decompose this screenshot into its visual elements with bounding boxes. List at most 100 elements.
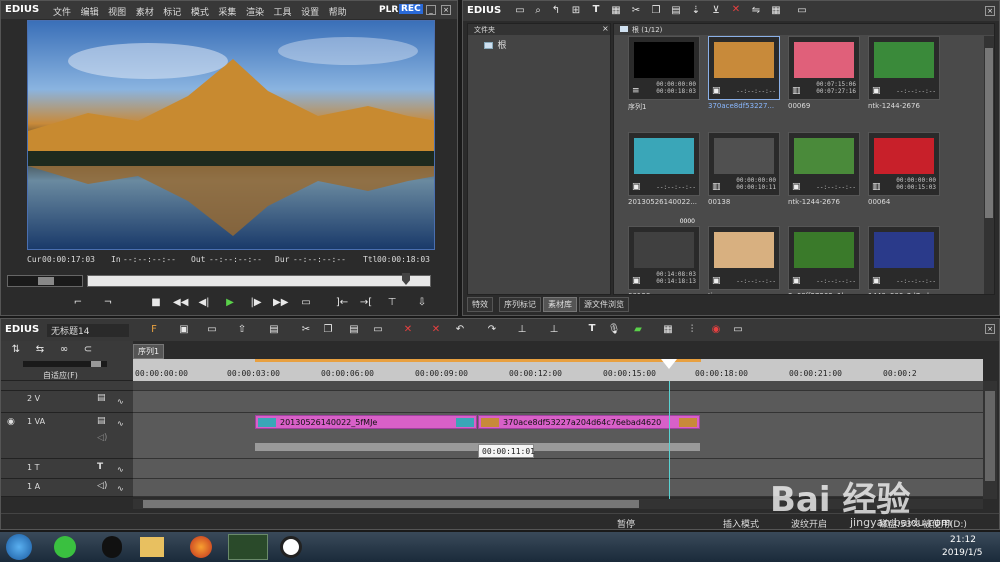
save-project-icon[interactable]: ▣ (177, 324, 191, 336)
title-track-icon[interactable]: T (585, 323, 599, 335)
ripple-delete-icon[interactable]: ✕ (429, 324, 443, 336)
menu-view[interactable]: 视图 (108, 8, 126, 18)
insert-timeline-icon[interactable]: ⊻ (709, 5, 723, 17)
clip-thumbnail[interactable]: ▣ --:--:--:-- ntk-1244-2676 (868, 36, 940, 114)
status-insert-mode[interactable]: 插入模式 (723, 517, 759, 530)
taskbar-app-explorer-icon[interactable] (140, 537, 164, 557)
clip-thumbnail[interactable]: ▥ 00:07:15:06 00:07:27:16 00069 (788, 36, 860, 114)
audio-icon[interactable]: ◁) (97, 433, 107, 443)
delete-icon[interactable]: ✕ (729, 4, 743, 16)
timeline-view-icon[interactable]: ▦ (661, 324, 675, 336)
menu-settings[interactable]: 设置 (301, 8, 319, 18)
video-clip-1[interactable]: 20130526140022_5fMJe (255, 415, 477, 429)
minimize-button[interactable]: _ (426, 5, 436, 15)
menu-tools[interactable]: 工具 (274, 8, 292, 18)
track-mixer-icon[interactable]: ∿ (117, 397, 124, 406)
undo-list-icon[interactable]: ⇧ (235, 324, 249, 336)
view-mode-icon[interactable]: ▦ (769, 5, 783, 17)
menu-clip[interactable]: 素材 (136, 8, 154, 18)
sequence-tab[interactable]: 序列1 (133, 344, 165, 359)
close-button[interactable]: × (441, 5, 451, 15)
overwrite-icon[interactable]: →[ (359, 297, 373, 309)
play-icon[interactable]: ▶ (223, 297, 237, 309)
track-header-1t[interactable]: 1 T T ∿ (1, 459, 133, 479)
track-header-1va[interactable]: ◉ 1 VA ▤ ∿ ◁) (1, 413, 133, 459)
fit-dropdown[interactable]: 自适应(F) (43, 370, 78, 381)
tab-effects[interactable]: 特效 (467, 297, 493, 312)
bin-close-button[interactable]: × (985, 6, 995, 16)
taskbar-app-qq-icon[interactable] (102, 536, 122, 558)
step-forward-icon[interactable]: |▶ (249, 297, 263, 309)
clip-thumbnail[interactable]: ▣ 00:14:08:0300:14:18:13 0000 00138 (628, 218, 700, 294)
track-tool-3-icon[interactable]: ∞ (57, 344, 71, 356)
add-to-timeline-icon[interactable]: ⇣ (689, 5, 703, 17)
track-visible-icon[interactable]: ◉ (7, 417, 15, 427)
jog-slider[interactable] (7, 275, 83, 287)
clip-thumbnail[interactable]: ▣ --:--:--:-- 370ace8df53227... (708, 36, 780, 114)
step-back-icon[interactable]: ◀| (197, 297, 211, 309)
bin-settings-icon[interactable]: ▭ (795, 5, 809, 17)
render-icon[interactable]: ▰ (631, 324, 645, 336)
timeline-hscroll-thumb[interactable] (143, 500, 639, 508)
track-display-icon[interactable]: ▤ (97, 416, 106, 426)
zoom-handle[interactable] (91, 361, 101, 367)
tab-bin[interactable]: 素材库 (543, 297, 577, 312)
position-bar[interactable] (87, 273, 431, 287)
taskbar-app-edius-icon[interactable] (228, 534, 268, 560)
title-icon[interactable]: T (589, 4, 603, 16)
clip-thumbnail[interactable]: ≡ 00:00:00:00 00:00:18:03 序列1 (628, 36, 700, 114)
cut-icon[interactable]: ✂ (629, 5, 643, 17)
time-ruler[interactable]: 00:00:00:00 00:00:03:00 00:00:06:00 00:0… (133, 359, 983, 381)
up-folder-icon[interactable]: ↰ (549, 5, 563, 17)
track-display-icon[interactable]: ▤ (97, 393, 106, 403)
plr-button[interactable]: PLR (379, 5, 398, 15)
jog-handle[interactable] (38, 277, 54, 285)
menu-file[interactable]: 文件 (53, 8, 71, 18)
clip-thumbnail[interactable]: ▣ --:--:--:-- 3a68ff27363e1b... (788, 226, 860, 294)
clip-thumbnail[interactable]: ▣ --:--:--:-- timg (708, 226, 780, 294)
paste-icon[interactable]: ▤ (669, 5, 683, 17)
copy-icon[interactable]: ❐ (649, 5, 663, 17)
set-in-icon[interactable]: ⌐ (71, 297, 85, 309)
video-clip-2[interactable]: 370ace8df53227a204d64c76ebad4620 (478, 415, 700, 429)
clip-thumbnail[interactable]: ▥ 00:00:00:00 00:00:10:11 00138 (708, 132, 780, 210)
timeline-playhead-line[interactable] (669, 381, 670, 499)
track-mixer-icon[interactable]: ∿ (117, 465, 124, 474)
copy-icon[interactable]: ❐ (321, 324, 335, 336)
insert-icon[interactable]: ]← (335, 297, 349, 309)
marker-in-icon[interactable]: ⊥ (515, 324, 529, 336)
paste-icon[interactable]: ▤ (347, 324, 361, 336)
new-sequence-icon[interactable]: F (147, 324, 161, 336)
track-header-2v[interactable]: 2 V ▤ ∿ (1, 391, 133, 413)
undo-icon[interactable]: ↶ (453, 324, 467, 336)
track-lane-2v[interactable] (133, 391, 983, 413)
track-tool-4-icon[interactable]: ⊂ (81, 344, 95, 356)
split-icon[interactable]: ⊤ (385, 297, 399, 309)
loop-icon[interactable]: ▭ (299, 297, 313, 309)
marker-out-icon[interactable]: ⊥ (547, 324, 561, 336)
redo-icon[interactable]: ↷ (485, 324, 499, 336)
taskbar-app-firefox-icon[interactable] (190, 536, 212, 558)
clip-thumbnail[interactable]: ▣ --:--:--:-- 20130526140022... (628, 132, 700, 210)
open-folder-icon[interactable]: ▭ (205, 324, 219, 336)
timeline-settings-icon[interactable]: ▭ (731, 324, 745, 336)
color-bar-icon[interactable]: ▦ (609, 5, 623, 17)
menu-render[interactable]: 渲染 (246, 8, 264, 18)
save-icon[interactable]: ▤ (267, 324, 281, 336)
menu-help[interactable]: 帮助 (329, 8, 347, 18)
folder-root[interactable]: 根 (484, 38, 507, 51)
menu-mode[interactable]: 模式 (191, 8, 209, 18)
menu-marker[interactable]: 标记 (163, 8, 181, 18)
record-voice-icon[interactable]: ◉ (709, 324, 723, 336)
add-clip-icon[interactable]: ⊞ (569, 5, 583, 17)
cut-icon[interactable]: ✂ (299, 324, 313, 336)
start-button[interactable] (6, 534, 32, 560)
clip-panel-scrollbar[interactable] (984, 36, 994, 294)
rec-button[interactable]: REC (399, 4, 423, 14)
rewind-icon[interactable]: ◀◀ (173, 297, 188, 309)
fast-forward-icon[interactable]: ▶▶ (273, 297, 288, 309)
clip-thumbnail[interactable]: ▣ --:--:--:-- ntk-1244-2676 (788, 132, 860, 210)
track-mixer-icon[interactable]: ∿ (117, 484, 124, 493)
replace-icon[interactable]: ▭ (371, 324, 385, 336)
folder-panel-close-icon[interactable]: × (602, 24, 609, 33)
